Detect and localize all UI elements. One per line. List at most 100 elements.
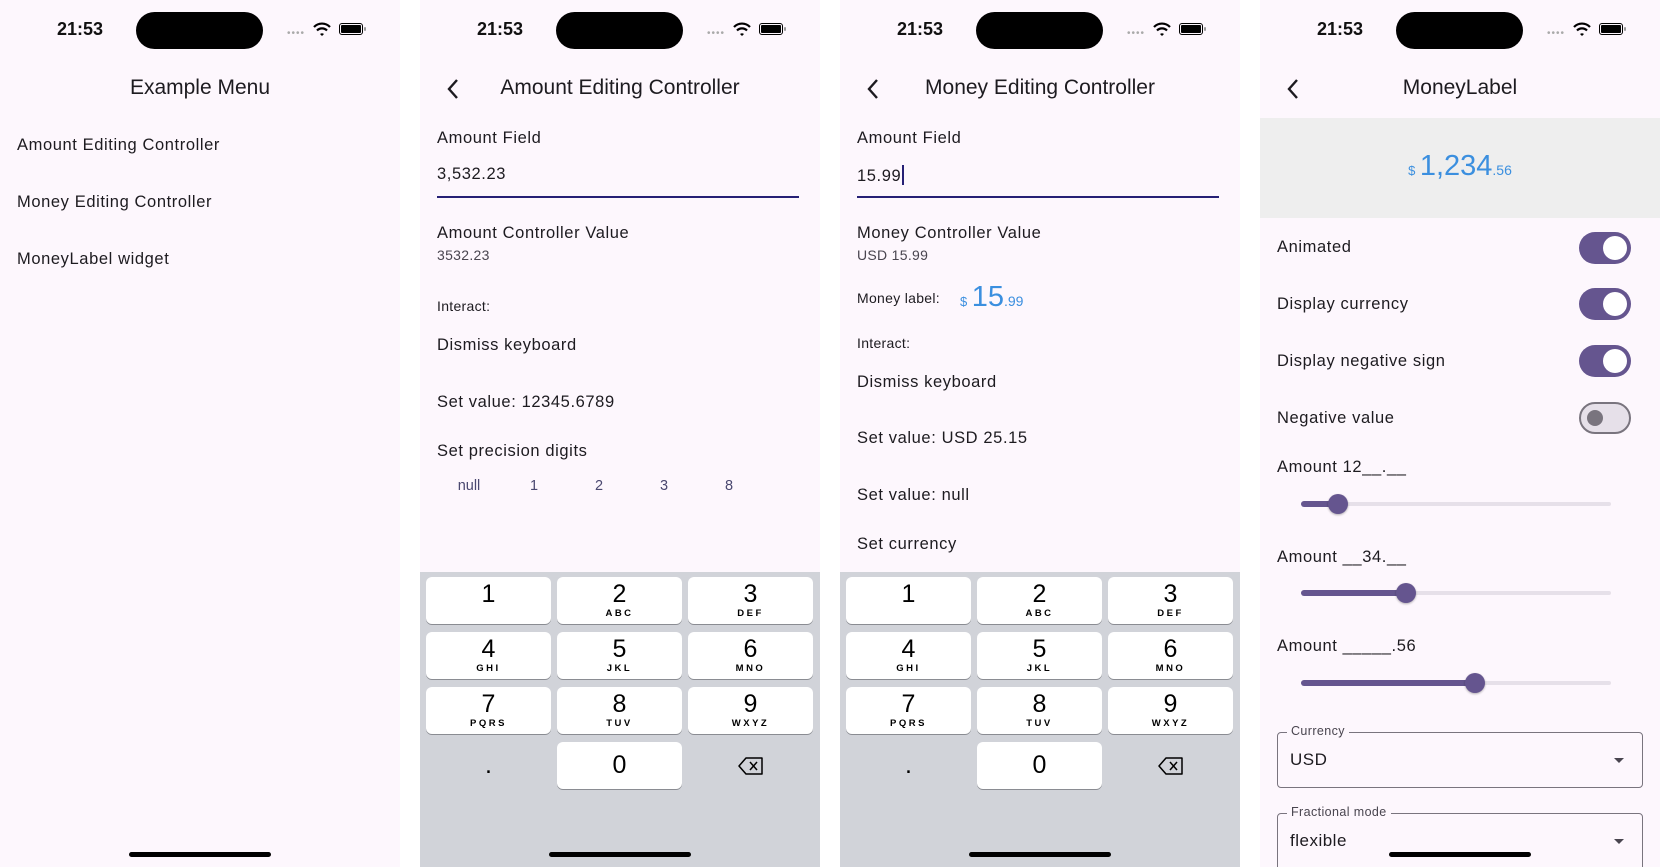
key-0[interactable]: 0 [557, 742, 682, 789]
set-value-button[interactable]: Set value: 12345.6789 [437, 393, 615, 412]
set-value-usd-button[interactable]: Set value: USD 25.15 [857, 429, 1028, 448]
dismiss-keyboard-button[interactable]: Dismiss keyboard [857, 373, 997, 392]
controller-value-label: Amount Controller Value [437, 224, 630, 242]
precision-2-button[interactable]: 2 [584, 478, 614, 494]
key-letters: TUV [1026, 718, 1053, 729]
amount-field-input[interactable]: 3,532.23 [437, 165, 506, 184]
key-letters: WXYZ [1151, 718, 1190, 729]
home-indicator [969, 852, 1111, 857]
screen-moneylabel: 21:53 •••• MoneyLabel $ 1,234.56 Animated… [1260, 0, 1660, 867]
key-letters: TUV [606, 718, 633, 729]
key-6[interactable]: 6 MNO [688, 632, 813, 679]
display-currency-switch[interactable] [1579, 288, 1631, 320]
toggle-label-animated: Animated [1277, 238, 1352, 256]
signal-icon: •••• [1127, 28, 1146, 39]
battery-icon [1179, 23, 1206, 35]
key-4[interactable]: 4 GHI [426, 632, 551, 679]
fractional-mode-dropdown[interactable]: Fractional mode flexible [1277, 805, 1643, 867]
screen-money-editing-controller: 21:53 •••• Money Editing Controller Amoun… [840, 0, 1240, 867]
key-5[interactable]: 5 JKL [557, 632, 682, 679]
key-2[interactable]: 2 ABC [977, 577, 1102, 624]
page-title: MoneyLabel [1402, 76, 1518, 99]
key-8[interactable]: 8 TUV [977, 687, 1102, 734]
key-backspace[interactable] [1108, 742, 1233, 789]
key-9[interactable]: 9 WXYZ [1108, 687, 1233, 734]
key-7[interactable]: 7 PQRS [846, 687, 971, 734]
interact-label: Interact: [437, 298, 491, 314]
key-3[interactable]: 3 DEF [1108, 577, 1233, 624]
amount-slider-integer-high[interactable] [1301, 494, 1611, 514]
precision-null-button[interactable]: null [454, 478, 484, 494]
key-1[interactable]: 1 [846, 577, 971, 624]
status-time: 21:53 [1316, 19, 1364, 39]
key-0[interactable]: 0 [977, 742, 1102, 789]
display-negative-sign-switch[interactable] [1579, 345, 1631, 377]
money-integer: 15 [971, 281, 1004, 313]
amount-field-input[interactable]: 15.99 [857, 165, 905, 186]
slider-thumb[interactable] [1396, 583, 1417, 603]
amount-field-underline [437, 196, 799, 198]
key-9[interactable]: 9 WXYZ [688, 687, 813, 734]
key-letters: JKL [606, 663, 633, 674]
menu-item-amount-editing-controller[interactable]: Amount Editing Controller [17, 136, 220, 155]
controller-value: USD 15.99 [857, 247, 929, 263]
key-digit: 9 [743, 690, 758, 718]
key-2[interactable]: 2 ABC [557, 577, 682, 624]
key-letters: WXYZ [731, 718, 770, 729]
toggle-label-display-currency: Display currency [1277, 295, 1409, 313]
menu-item-money-editing-controller[interactable]: Money Editing Controller [17, 193, 212, 212]
key-7[interactable]: 7 PQRS [426, 687, 551, 734]
dropdown-arrow-icon [1614, 839, 1624, 844]
key-letters: JKL [1026, 663, 1053, 674]
status-time: 21:53 [56, 19, 104, 39]
key-letters: GHI [896, 663, 921, 674]
key-digit: 6 [1163, 635, 1178, 663]
backspace-icon [737, 757, 763, 775]
battery-icon [339, 23, 366, 35]
slider-thumb[interactable] [1464, 673, 1485, 693]
slider-thumb[interactable] [1328, 494, 1349, 514]
negative-value-switch[interactable] [1579, 402, 1631, 434]
key-8[interactable]: 8 TUV [557, 687, 682, 734]
status-time: 21:53 [896, 19, 944, 39]
key-3[interactable]: 3 DEF [688, 577, 813, 624]
menu-item-moneylabel-widget[interactable]: MoneyLabel widget [17, 250, 169, 269]
key-digit: 1 [901, 580, 916, 608]
amount-slider-integer-low[interactable] [1301, 583, 1611, 603]
slider-label-integer-high: Amount 12__.__ [1277, 458, 1407, 476]
slider-label-integer-low: Amount __34.__ [1277, 548, 1407, 566]
screen-amount-editing-controller: 21:53 •••• Amount Editing Controller Amou… [420, 0, 820, 867]
key-decimal[interactable]: . [846, 742, 971, 789]
money-fraction: .99 [1003, 293, 1024, 309]
precision-1-button[interactable]: 1 [519, 478, 549, 494]
precision-8-button[interactable]: 8 [714, 478, 744, 494]
key-digit: 7 [901, 690, 916, 718]
key-digit: 8 [612, 690, 627, 718]
page-title: Example Menu [129, 76, 271, 99]
signal-icon: •••• [707, 28, 726, 39]
amount-slider-fraction[interactable] [1301, 673, 1611, 693]
home-indicator [1389, 852, 1531, 857]
key-digit: 4 [481, 635, 496, 663]
key-4[interactable]: 4 GHI [846, 632, 971, 679]
dismiss-keyboard-button[interactable]: Dismiss keyboard [437, 336, 577, 355]
signal-icon: •••• [287, 28, 306, 39]
key-backspace[interactable] [688, 742, 813, 789]
key-letters: PQRS [470, 718, 507, 729]
dynamic-island [976, 12, 1103, 49]
wifi-icon [1153, 22, 1171, 36]
key-6[interactable]: 6 MNO [1108, 632, 1233, 679]
controller-value-label: Money Controller Value [857, 224, 1042, 242]
key-decimal[interactable]: . [426, 742, 551, 789]
set-currency-button[interactable]: Set currency [857, 535, 957, 554]
key-1[interactable]: 1 [426, 577, 551, 624]
key-5[interactable]: 5 JKL [977, 632, 1102, 679]
key-digit: 0 [612, 751, 627, 779]
key-digit: 9 [1163, 690, 1178, 718]
key-letters: MNO [735, 663, 766, 674]
key-digit: 2 [1032, 580, 1047, 608]
precision-3-button[interactable]: 3 [649, 478, 679, 494]
set-value-null-button[interactable]: Set value: null [857, 486, 970, 505]
animated-switch[interactable] [1579, 232, 1631, 264]
currency-dropdown[interactable]: Currency USD [1277, 724, 1643, 788]
